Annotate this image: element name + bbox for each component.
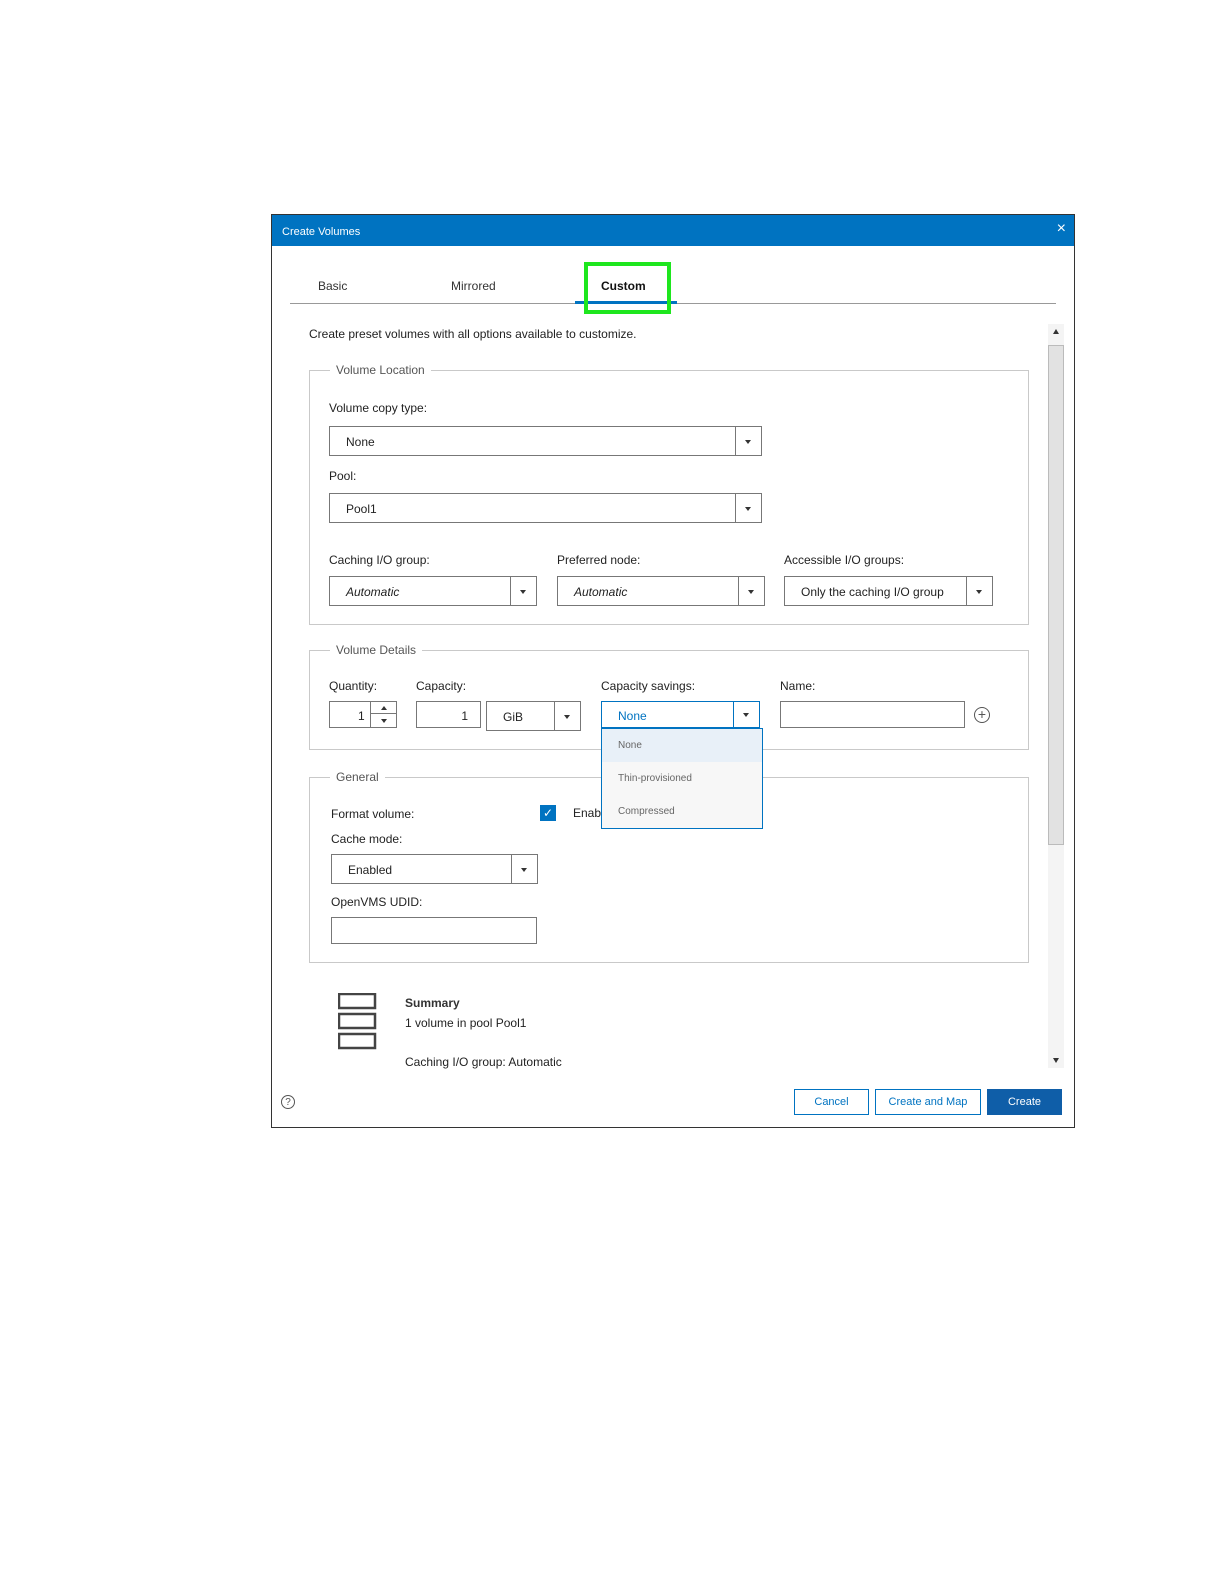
cache-mode-select[interactable]: Enabled (331, 854, 538, 884)
summary-line-caching: Caching I/O group: Automatic (405, 1055, 562, 1069)
quantity-label: Quantity: (329, 679, 378, 693)
accessible-io-groups-select[interactable]: Only the caching I/O group (784, 576, 993, 606)
capacity-savings-value: None (618, 709, 647, 723)
capacity-label: Capacity: (416, 679, 467, 693)
summary-line-pool: 1 volume in pool Pool1 (405, 1016, 527, 1030)
help-icon[interactable]: ? (281, 1095, 295, 1109)
chevron-down-icon[interactable] (733, 702, 759, 727)
stepper-up-icon[interactable] (371, 702, 396, 714)
chevron-down-icon[interactable] (966, 577, 992, 605)
pool-select[interactable]: Pool1 (329, 493, 762, 523)
caching-io-group-select[interactable]: Automatic (329, 576, 537, 606)
scroll-up-icon[interactable] (1053, 329, 1059, 334)
volume-copy-type-value: None (346, 435, 375, 449)
volume-copy-type-select[interactable]: None (329, 426, 762, 456)
preferred-node-select[interactable]: Automatic (557, 576, 765, 606)
chevron-down-icon[interactable] (735, 494, 761, 522)
preferred-node-label: Preferred node: (557, 553, 641, 567)
summary-title: Summary (405, 996, 460, 1010)
pool-label: Pool: (329, 469, 357, 483)
capacity-savings-dropdown: None Thin-provisioned Compressed (601, 728, 763, 829)
capacity-value: 1 (461, 709, 468, 723)
stepper-down-icon[interactable] (371, 715, 396, 727)
cache-mode-value: Enabled (348, 863, 393, 877)
scrollbar-thumb[interactable] (1048, 345, 1064, 845)
dropdown-option-none[interactable]: None (602, 729, 762, 762)
custom-tab-highlight (584, 262, 671, 314)
chevron-down-icon[interactable] (735, 427, 761, 455)
pool-value: Pool1 (346, 502, 377, 516)
capacity-savings-label: Capacity savings: (601, 679, 696, 693)
capacity-input[interactable]: 1 (416, 701, 481, 728)
volume-location-legend: Volume Location (336, 363, 425, 377)
cancel-button[interactable]: Cancel (794, 1089, 869, 1115)
accessible-io-groups-value: Only the caching I/O group (801, 585, 944, 599)
dropdown-option-thin-provisioned[interactable]: Thin-provisioned (602, 762, 762, 795)
quantity-value: 1 (358, 709, 365, 723)
scroll-down-icon[interactable] (1053, 1058, 1059, 1063)
dialog-title-bar: Create Volumes × (272, 215, 1074, 246)
quantity-stepper[interactable]: 1 (329, 701, 397, 728)
format-volume-label: Format volume: (331, 807, 415, 821)
name-label: Name: (780, 679, 816, 693)
caching-io-group-label: Caching I/O group: (329, 553, 430, 567)
capacity-savings-select[interactable]: None (601, 701, 760, 728)
capacity-unit-value: GiB (503, 710, 524, 724)
format-volume-checkbox[interactable]: ✓ (540, 805, 556, 821)
openvms-udid-input[interactable] (331, 917, 537, 944)
caching-io-group-value: Automatic (346, 585, 400, 599)
chevron-down-icon[interactable] (554, 702, 580, 730)
tab-basic[interactable]: Basic (318, 279, 347, 293)
dialog-title: Create Volumes (282, 226, 361, 238)
create-and-map-button[interactable]: Create and Map (875, 1089, 981, 1115)
volume-details-legend: Volume Details (336, 643, 417, 657)
cache-mode-label: Cache mode: (331, 832, 403, 846)
preferred-node-value: Automatic (574, 585, 628, 599)
stepper-arrows (370, 702, 396, 727)
general-legend: General (336, 770, 379, 784)
create-button[interactable]: Create (987, 1089, 1062, 1115)
openvms-udid-label: OpenVMS UDID: (331, 895, 423, 909)
dialog-description: Create preset volumes with all options a… (309, 327, 637, 341)
create-volumes-dialog: Create Volumes × Basic Mirrored Custom C… (271, 214, 1075, 1128)
name-input[interactable] (780, 701, 965, 728)
tab-mirrored[interactable]: Mirrored (451, 279, 496, 293)
add-volume-icon[interactable]: + (974, 707, 990, 723)
chevron-down-icon[interactable] (738, 577, 764, 605)
capacity-unit-select[interactable]: GiB (486, 701, 581, 731)
volume-copy-type-label: Volume copy type: (329, 401, 428, 415)
chevron-down-icon[interactable] (511, 855, 537, 883)
volumes-icon (338, 993, 377, 1050)
chevron-down-icon[interactable] (510, 577, 536, 605)
accessible-io-groups-label: Accessible I/O groups: (784, 553, 905, 567)
format-enabled-text: Enab (573, 806, 602, 820)
dropdown-option-compressed[interactable]: Compressed (602, 795, 762, 828)
close-icon[interactable]: × (1057, 220, 1066, 238)
